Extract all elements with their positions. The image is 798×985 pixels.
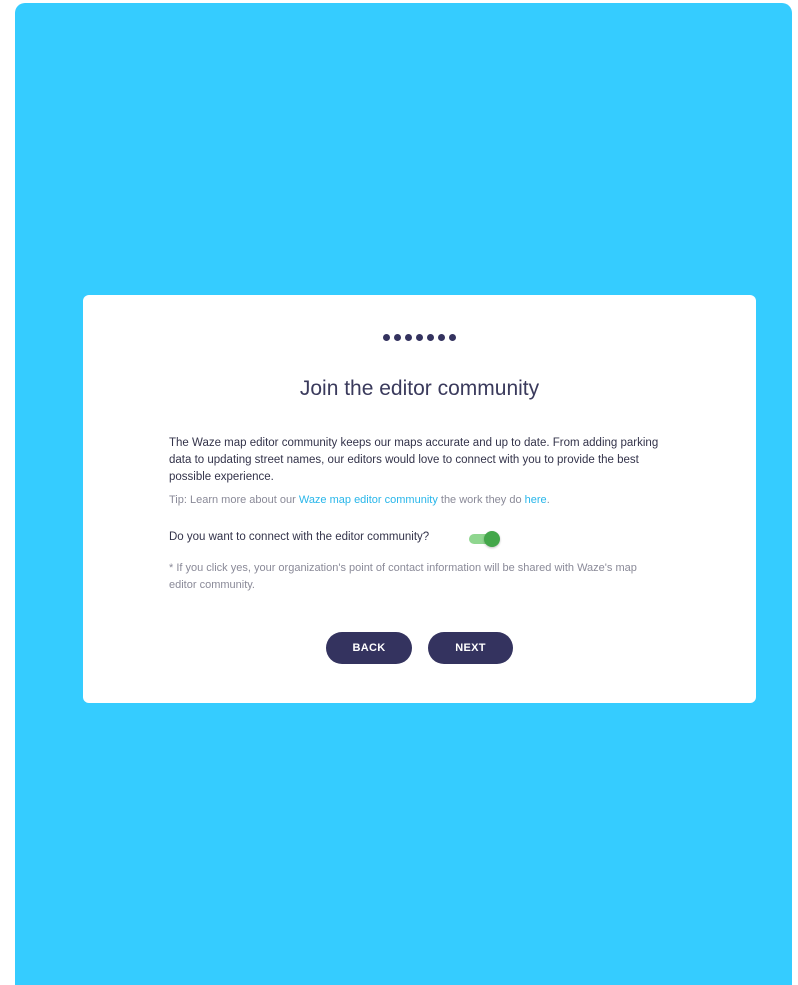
privacy-note: * If you click yes, your organization's … bbox=[169, 562, 637, 591]
connect-toggle[interactable] bbox=[469, 531, 500, 547]
toggle-knob bbox=[484, 531, 500, 547]
description-text: The Waze map editor community keeps our … bbox=[169, 437, 659, 483]
step-dot bbox=[438, 334, 445, 341]
page-background: Join the editor community The Waze map e… bbox=[15, 3, 792, 985]
tip-prefix: Tip: Learn more about our bbox=[169, 494, 299, 506]
step-indicator bbox=[83, 334, 756, 341]
back-button[interactable]: BACK bbox=[326, 632, 412, 664]
card-title: Join the editor community bbox=[299, 377, 540, 400]
here-link[interactable]: here bbox=[525, 494, 547, 506]
step-dot bbox=[449, 334, 456, 341]
tip-text: Tip: Learn more about our Waze map edito… bbox=[169, 494, 689, 506]
editor-community-link[interactable]: Waze map editor community bbox=[299, 494, 438, 506]
step-dot bbox=[427, 334, 434, 341]
next-button[interactable]: NEXT bbox=[428, 632, 513, 664]
onboarding-card: Join the editor community The Waze map e… bbox=[83, 295, 756, 703]
step-dot bbox=[405, 334, 412, 341]
step-dot bbox=[383, 334, 390, 341]
connect-question-label: Do you want to connect with the editor c… bbox=[169, 531, 430, 543]
tip-middle: the work they do bbox=[437, 494, 525, 506]
step-dot bbox=[416, 334, 423, 341]
tip-suffix: . bbox=[546, 494, 550, 506]
step-dot bbox=[394, 334, 401, 341]
